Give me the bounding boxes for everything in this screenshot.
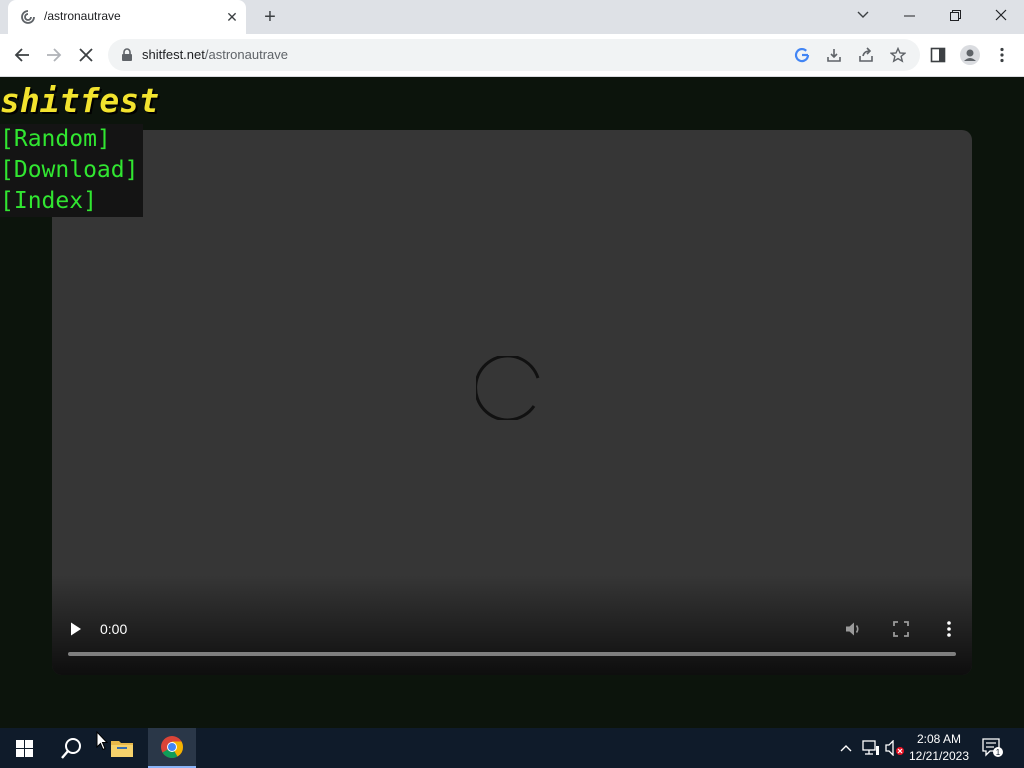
minimize-icon: [903, 15, 915, 16]
network-button[interactable]: [860, 728, 882, 768]
clock-date: 12/21/2023: [908, 749, 970, 763]
tab-search-button[interactable]: [840, 0, 886, 30]
address-bar[interactable]: shitfest.net/astronautrave: [108, 39, 920, 71]
start-button[interactable]: [0, 728, 48, 768]
search-button[interactable]: [48, 728, 96, 768]
video-player[interactable]: 0:00: [52, 130, 972, 675]
network-icon: [862, 740, 879, 755]
restore-button[interactable]: [932, 0, 978, 30]
play-icon[interactable]: [68, 621, 84, 637]
side-panel-button[interactable]: [926, 43, 950, 67]
video-progress-bar[interactable]: [68, 652, 956, 656]
show-hidden-icons-button[interactable]: [836, 728, 856, 768]
more-vert-icon: [1000, 47, 1004, 63]
nav-link-download[interactable]: [Download]: [0, 155, 143, 186]
close-icon: [995, 9, 1007, 21]
site-nav: [Random] [Download] [Index]: [0, 124, 143, 217]
share-icon[interactable]: [856, 45, 876, 65]
restore-icon: [949, 9, 961, 21]
chrome-taskbar-button[interactable]: [148, 728, 196, 768]
arrow-left-icon: [14, 48, 29, 62]
arrow-right-icon: [47, 48, 62, 62]
tab-close-icon[interactable]: ✕: [224, 9, 240, 25]
browser-toolbar: shitfest.net/astronautrave: [0, 34, 1024, 77]
search-icon: [61, 738, 81, 759]
more-options-icon[interactable]: [940, 620, 958, 638]
folder-icon: [111, 741, 133, 757]
clock-time: 2:08 AM: [916, 732, 962, 746]
close-window-button[interactable]: [978, 0, 1024, 30]
controls-gradient: [52, 575, 972, 675]
stop-loading-button[interactable]: [74, 43, 98, 67]
taskbar: 2:08 AM 12/21/2023 1: [0, 728, 1024, 768]
mouse-cursor-icon: [96, 731, 108, 751]
volume-tray-button[interactable]: [884, 728, 906, 768]
chevron-down-icon: [857, 11, 869, 18]
tab-title: /astronautrave: [44, 9, 121, 23]
volume-icon[interactable]: [844, 620, 862, 638]
page-favicon-icon: [21, 10, 35, 24]
windows-logo-icon: [15, 739, 33, 757]
video-time: 0:00: [100, 621, 128, 637]
chrome-icon: [161, 736, 183, 758]
google-lens-icon[interactable]: [792, 45, 812, 65]
site-title: shitfest: [0, 81, 159, 120]
forward-button[interactable]: [42, 43, 66, 67]
stop-icon: [79, 48, 93, 62]
chevron-up-icon: [840, 745, 852, 752]
back-button[interactable]: [10, 43, 34, 67]
volume-muted-icon: [885, 740, 904, 756]
browser-menu-button[interactable]: [990, 43, 1014, 67]
notification-icon: 1: [982, 738, 1003, 757]
page-content: 0:00 shitfest [Random] [Download] [Index…: [0, 77, 1024, 728]
bookmark-star-icon[interactable]: [888, 45, 908, 65]
fullscreen-icon[interactable]: [892, 620, 910, 638]
system-clock[interactable]: 2:08 AM 12/21/2023: [906, 731, 972, 765]
action-center-button[interactable]: 1: [978, 728, 1008, 768]
browser-tab[interactable]: /astronautrave ✕: [8, 0, 246, 34]
profile-button[interactable]: [958, 43, 982, 67]
loading-spinner-icon: [476, 356, 540, 420]
minimize-button[interactable]: [886, 0, 932, 30]
tab-strip: /astronautrave ✕ +: [0, 0, 1024, 34]
nav-link-index[interactable]: [Index]: [0, 186, 143, 217]
url-text: shitfest.net/astronautrave: [142, 47, 288, 62]
avatar-icon: [960, 45, 980, 65]
install-app-icon[interactable]: [824, 45, 844, 65]
notification-count: 1: [996, 748, 1001, 757]
nav-link-random[interactable]: [Random]: [0, 124, 143, 155]
new-tab-button[interactable]: +: [259, 6, 281, 28]
side-panel-icon: [930, 47, 946, 63]
lock-icon: [122, 48, 132, 61]
